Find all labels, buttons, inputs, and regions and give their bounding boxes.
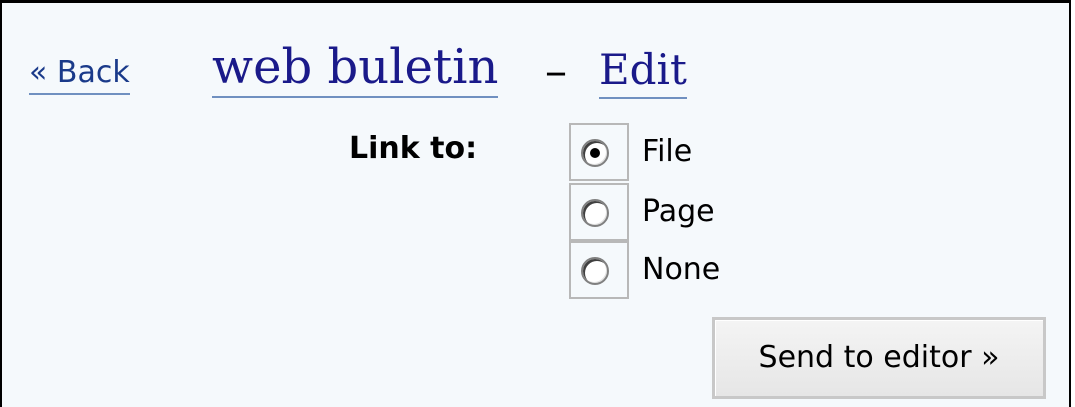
page-title[interactable]: web buletin	[212, 38, 499, 98]
radio-cell-none	[569, 241, 629, 299]
radio-cell-page	[569, 183, 629, 241]
radio-cell-file	[569, 123, 629, 181]
radio-file[interactable]	[581, 139, 609, 167]
link-to-label: Link to:	[349, 131, 478, 166]
radio-label-file[interactable]: File	[642, 132, 692, 172]
back-link[interactable]: « Back	[29, 53, 130, 95]
radio-label-none[interactable]: None	[642, 250, 720, 290]
radio-label-page[interactable]: Page	[642, 192, 715, 232]
send-to-editor-button[interactable]: Send to editor »	[712, 317, 1046, 399]
edit-link[interactable]: Edit	[599, 43, 687, 99]
radio-page[interactable]	[581, 199, 609, 227]
panel-frame: « Back web buletin – Edit Link to: File …	[0, 0, 1071, 407]
title-separator: –	[545, 46, 567, 97]
radio-none[interactable]	[581, 257, 609, 285]
